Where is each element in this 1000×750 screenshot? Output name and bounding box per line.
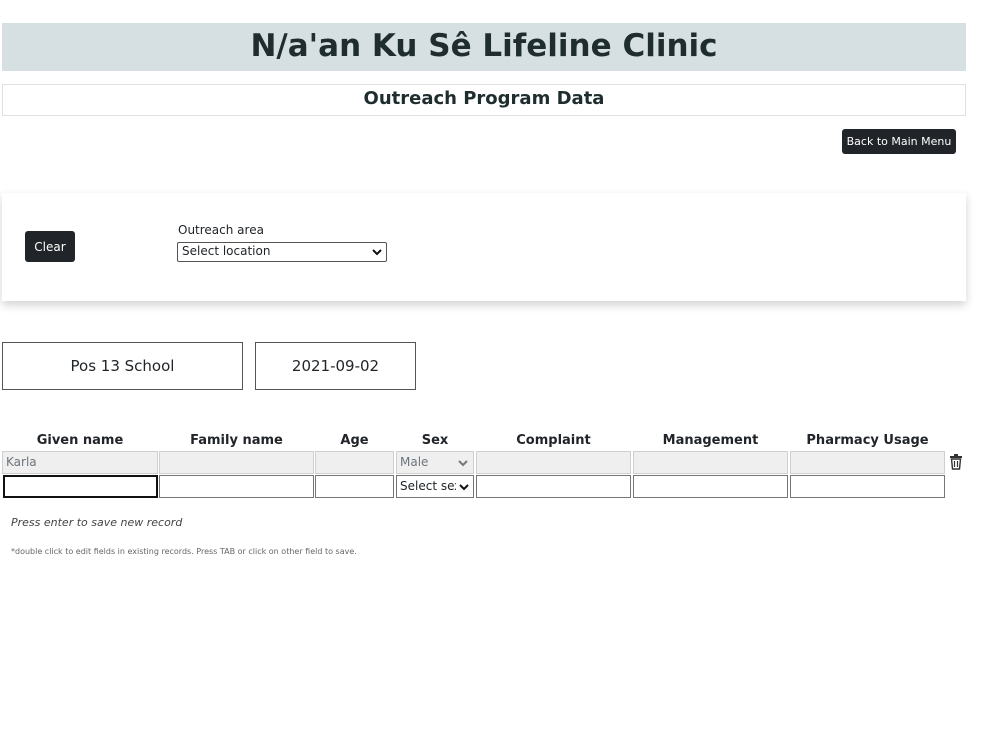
column-header-age: Age <box>340 433 369 448</box>
edit-hint: *double click to edit fields in existing… <box>11 547 357 556</box>
new-given-name-input[interactable] <box>3 475 158 498</box>
family-name-cell[interactable] <box>159 451 314 474</box>
pharmacy-usage-cell[interactable] <box>790 451 945 474</box>
complaint-cell[interactable] <box>476 451 631 474</box>
column-header-pharmacy-usage: Pharmacy Usage <box>806 433 929 448</box>
outreach-date-display: 2021-09-02 <box>255 342 416 390</box>
new-complaint-input[interactable] <box>476 475 631 498</box>
outreach-location-display: Pos 13 School <box>2 342 243 390</box>
column-header-sex: Sex <box>421 433 449 448</box>
outreach-area-label: Outreach area <box>178 223 264 237</box>
chevron-down-icon <box>372 249 382 256</box>
new-sex-select[interactable]: Select sex <box>396 475 474 498</box>
new-pharmacy-usage-input[interactable] <box>790 475 945 498</box>
new-family-name-input[interactable] <box>159 475 314 498</box>
given-name-cell[interactable]: Karla <box>2 451 158 474</box>
back-to-main-menu-button[interactable]: Back to Main Menu <box>842 129 956 154</box>
new-management-input[interactable] <box>633 475 788 498</box>
filter-card: Clear Outreach area Select location <box>2 193 966 301</box>
chevron-down-icon <box>459 484 469 491</box>
column-header-complaint: Complaint <box>516 433 591 448</box>
clinic-title: N/a'an Ku Sê Lifeline Clinic <box>2 23 966 71</box>
sex-value: Male <box>400 455 429 469</box>
save-hint: Press enter to save new record <box>11 516 183 529</box>
column-header-family-name: Family name <box>190 433 283 448</box>
column-header-given-name: Given name <box>36 433 124 448</box>
sex-select[interactable]: Male <box>396 451 474 474</box>
location-select-value: Select location <box>182 244 271 258</box>
trash-icon[interactable] <box>949 454 963 470</box>
given-name-value: Karla <box>6 455 37 469</box>
page-subtitle: Outreach Program Data <box>2 84 966 116</box>
age-cell[interactable] <box>315 451 394 474</box>
clear-button[interactable]: Clear <box>25 231 75 262</box>
column-header-management: Management <box>662 433 759 448</box>
management-cell[interactable] <box>633 451 788 474</box>
chevron-down-icon <box>458 460 468 467</box>
location-select[interactable]: Select location <box>177 242 387 262</box>
new-age-input[interactable] <box>315 475 394 498</box>
new-sex-placeholder: Select sex <box>400 479 456 493</box>
